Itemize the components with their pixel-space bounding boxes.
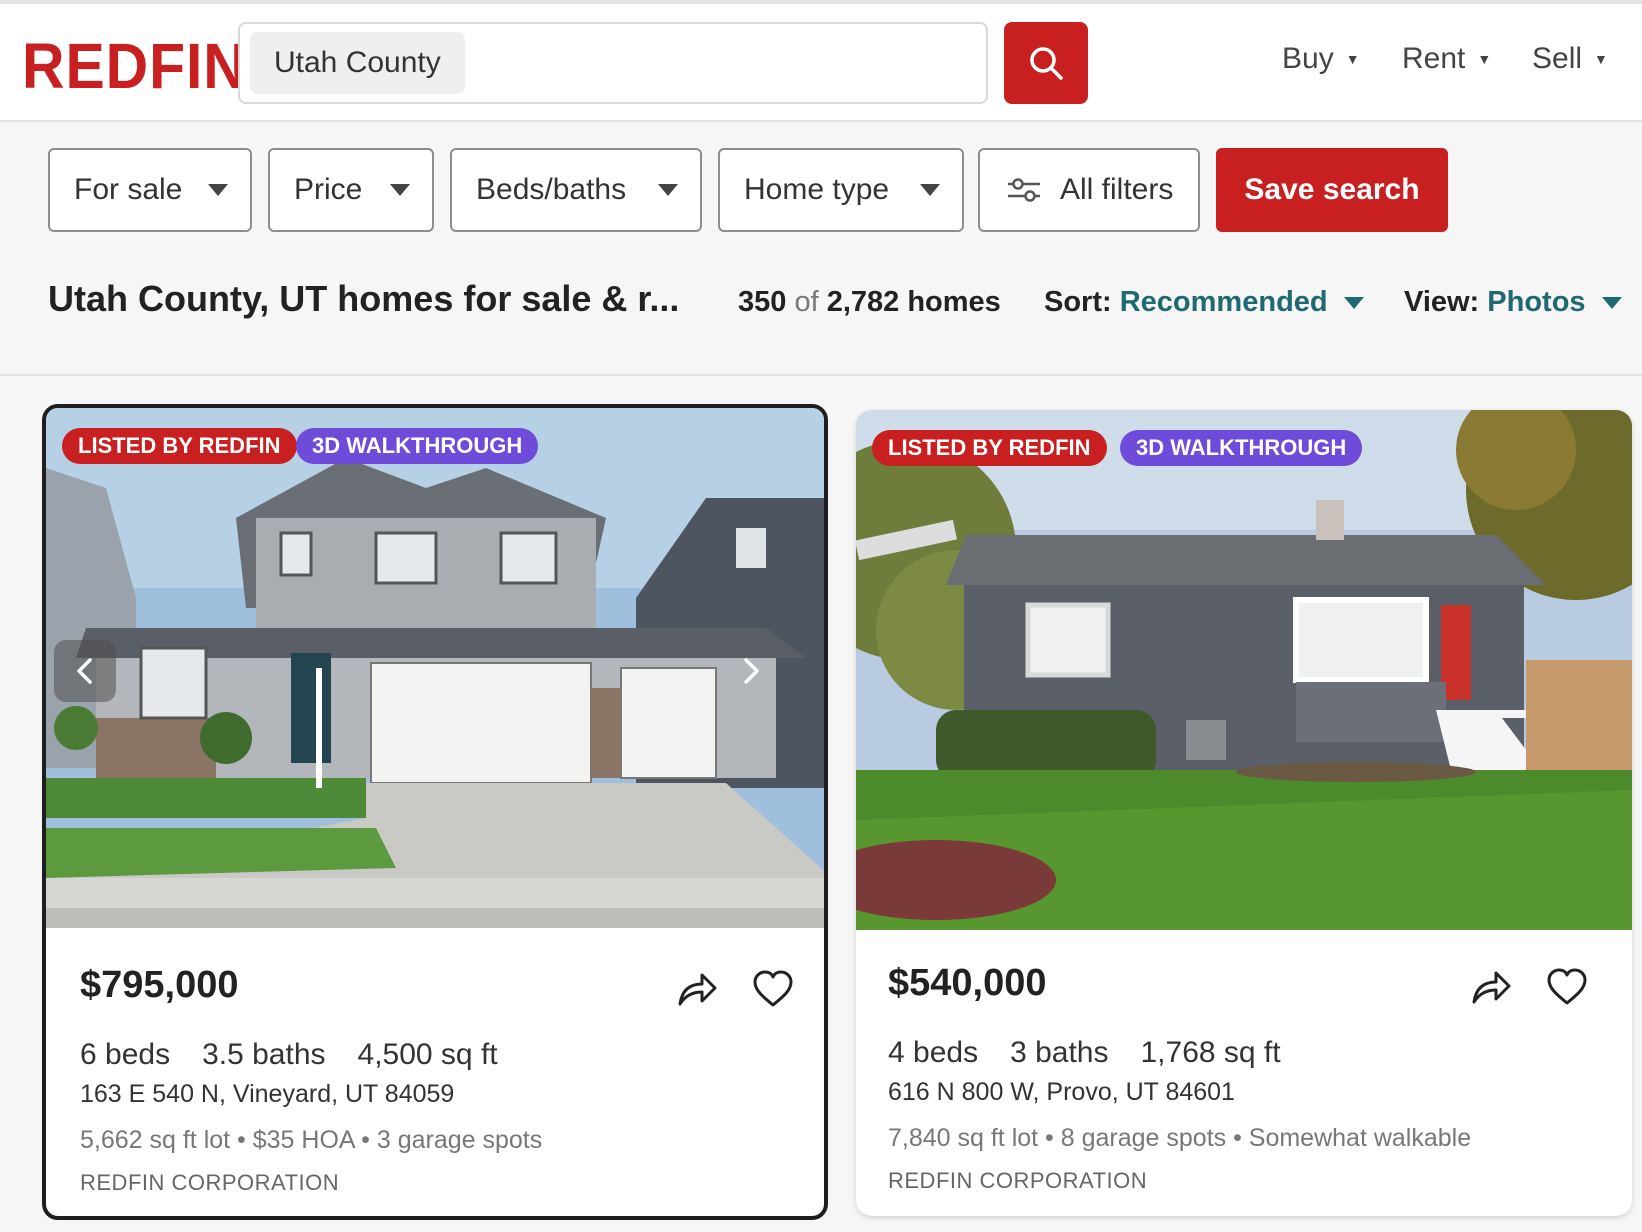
all-filters-button[interactable]: All filters [978, 148, 1200, 232]
nav-sell[interactable]: Sell ▼ [1532, 42, 1608, 76]
caret-down-icon: ▼ [1345, 51, 1360, 67]
caret-down-icon: ▼ [1594, 51, 1608, 67]
all-filters-label: All filters [1060, 173, 1174, 206]
caret-down-icon [658, 184, 678, 196]
listing-address[interactable]: 163 E 540 N, Vineyard, UT 84059 [80, 1080, 454, 1109]
caret-down-icon [1601, 297, 1622, 310]
view-value: Photos [1487, 286, 1586, 318]
heart-icon [1547, 968, 1587, 1005]
beds-baths-filter[interactable]: Beds/baths [450, 148, 702, 232]
listing-broker: REDFIN CORPORATION [80, 1170, 340, 1195]
nav-buy-label: Buy [1282, 42, 1334, 75]
results-shown: 350 [738, 286, 787, 318]
home-type-filter[interactable]: Home type [718, 148, 964, 232]
price-label: Price [294, 173, 363, 206]
search-input[interactable]: Utah County [238, 22, 988, 104]
for-sale-label: For sale [74, 173, 183, 206]
listing-photo[interactable]: LISTED BY REDFIN 3D WALKTHROUGH [46, 408, 824, 928]
listing-extras: 5,662 sq ft lot • $35 HOA • 3 garage spo… [80, 1126, 543, 1154]
listing-price: $540,000 [888, 962, 1047, 1004]
listed-by-redfin-badge: LISTED BY REDFIN [62, 428, 297, 464]
for-sale-filter[interactable]: For sale [48, 148, 252, 232]
view-label: View: [1404, 286, 1480, 318]
listing-baths: 3 baths [1010, 1036, 1109, 1069]
listing-price: $795,000 [80, 964, 239, 1006]
listed-by-redfin-badge: LISTED BY REDFIN [872, 430, 1107, 466]
search-location-chip[interactable]: Utah County [250, 32, 465, 94]
3d-walkthrough-badge: 3D WALKTHROUGH [296, 428, 539, 464]
home-type-label: Home type [744, 173, 890, 206]
listing-sqft: 4,500 sq ft [357, 1038, 498, 1071]
view-dropdown[interactable]: View: Photos [1404, 286, 1622, 319]
caret-down-icon [208, 184, 228, 196]
sort-value: Recommended [1119, 286, 1328, 318]
house-photo [856, 410, 1632, 930]
results-total: 2,782 homes [826, 286, 1001, 318]
chevron-left-icon [77, 658, 92, 684]
beds-baths-label: Beds/baths [476, 173, 627, 206]
results-of: of [794, 286, 819, 318]
section-divider [0, 374, 1642, 376]
results-title: Utah County, UT homes for sale & r... [48, 278, 680, 319]
price-filter[interactable]: Price [268, 148, 434, 232]
favorite-button[interactable] [748, 964, 798, 1014]
listing-card[interactable]: LISTED BY REDFIN 3D WALKTHROUGH $795,000… [42, 404, 828, 1220]
listing-broker: REDFIN CORPORATION [888, 1168, 1148, 1193]
listing-photo[interactable]: LISTED BY REDFIN 3D WALKTHROUGH [856, 410, 1632, 930]
heart-icon [753, 970, 793, 1007]
listing-stats: 4 beds 3 baths 1,768 sq ft [888, 1036, 1281, 1070]
sort-label: Sort: [1044, 286, 1112, 318]
nav-rent[interactable]: Rent ▼ [1402, 42, 1491, 76]
share-button[interactable] [672, 964, 722, 1014]
previous-photo-button[interactable] [54, 640, 116, 702]
chevron-right-icon [744, 658, 759, 684]
listing-extras: 7,840 sq ft lot • 8 garage spots • Somew… [888, 1124, 1472, 1152]
listing-beds: 4 beds [888, 1036, 979, 1069]
nav-sell-label: Sell [1532, 42, 1583, 75]
listing-beds: 6 beds [80, 1038, 171, 1071]
house-photo [46, 408, 824, 928]
share-icon [1472, 971, 1511, 1004]
next-photo-button[interactable] [720, 640, 782, 702]
caret-down-icon [1343, 297, 1364, 310]
share-icon [678, 973, 717, 1006]
sliders-icon [1008, 178, 1040, 202]
listing-stats: 6 beds 3.5 baths 4,500 sq ft [80, 1038, 498, 1072]
listing-baths: 3.5 baths [202, 1038, 326, 1071]
nav-rent-label: Rent [1402, 42, 1466, 75]
sort-dropdown[interactable]: Sort: Recommended [1044, 286, 1364, 319]
nav-buy[interactable]: Buy ▼ [1282, 42, 1360, 76]
redfin-logo[interactable]: REDFIN [22, 30, 247, 102]
search-icon [1030, 47, 1063, 80]
3d-walkthrough-badge: 3D WALKTHROUGH [1120, 430, 1363, 466]
favorite-button[interactable] [1542, 962, 1592, 1012]
save-search-button[interactable]: Save search [1216, 148, 1448, 232]
results-count: 350 of 2,782 homes [738, 286, 1001, 319]
listing-card[interactable]: LISTED BY REDFIN 3D WALKTHROUGH $540,000… [856, 410, 1632, 1216]
site-header: REDFIN Utah County Buy ▼ Rent ▼ Sell ▼ [0, 4, 1642, 122]
listing-sqft: 1,768 sq ft [1140, 1036, 1281, 1069]
caret-down-icon [390, 184, 410, 196]
caret-down-icon: ▼ [1477, 51, 1492, 67]
caret-down-icon [920, 184, 940, 196]
share-button[interactable] [1466, 962, 1516, 1012]
listing-address[interactable]: 616 N 800 W, Provo, UT 84601 [888, 1078, 1235, 1107]
search-button[interactable] [1004, 22, 1088, 104]
